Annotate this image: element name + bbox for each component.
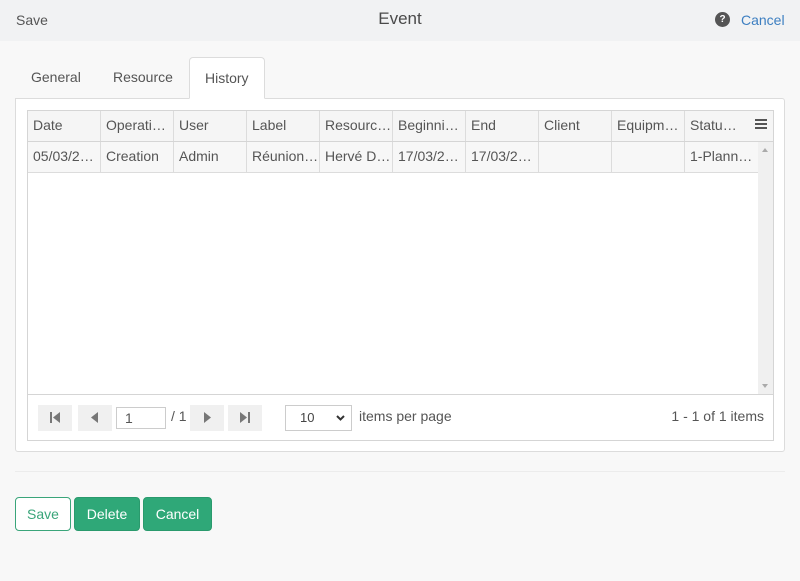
last-page-icon xyxy=(240,412,250,423)
next-page-icon xyxy=(204,412,211,423)
cell-date: 05/03/2… xyxy=(28,142,101,172)
column-header-end[interactable]: End xyxy=(466,111,539,141)
first-page-icon xyxy=(50,412,60,423)
column-menu-icon[interactable] xyxy=(755,119,767,130)
last-page-button[interactable] xyxy=(228,405,262,431)
column-header-label[interactable]: Label xyxy=(247,111,320,141)
column-header-status[interactable]: Statu… xyxy=(685,111,753,141)
cell-beginning: 17/03/2… xyxy=(393,142,466,172)
divider xyxy=(15,471,785,472)
page-number-input[interactable] xyxy=(116,407,166,429)
cell-end: 17/03/2… xyxy=(466,142,539,172)
column-header-client[interactable]: Client xyxy=(539,111,612,141)
column-header-date[interactable]: Date xyxy=(28,111,101,141)
table-row[interactable]: 05/03/2… Creation Admin Réunion… Hervé D… xyxy=(28,142,758,173)
cell-resource: Hervé D… xyxy=(320,142,393,172)
cell-equipment xyxy=(612,142,685,172)
top-bar: Save Event ? Cancel xyxy=(0,0,800,41)
first-page-button[interactable] xyxy=(38,405,72,431)
column-header-operation[interactable]: Operati… xyxy=(101,111,174,141)
grid-body: 05/03/2… Creation Admin Réunion… Hervé D… xyxy=(28,142,758,394)
next-page-button[interactable] xyxy=(190,405,224,431)
delete-button[interactable]: Delete xyxy=(74,497,140,531)
history-panel: Date Operati… User Label Resourc… Beginn… xyxy=(15,98,785,452)
vertical-scrollbar[interactable] xyxy=(758,142,773,394)
tab-general[interactable]: General xyxy=(16,57,96,99)
pager-info: 1 - 1 of 1 items xyxy=(671,408,764,424)
tab-history[interactable]: History xyxy=(189,57,265,99)
page-size-value: 10 xyxy=(300,410,315,425)
items-per-page-label: items per page xyxy=(359,408,452,424)
cell-label: Réunion… xyxy=(247,142,320,172)
prev-page-icon xyxy=(91,412,98,423)
page-size-select[interactable]: 10 xyxy=(285,405,352,431)
page-title: Event xyxy=(378,9,422,28)
chevron-down-icon xyxy=(336,415,345,421)
tab-resource[interactable]: Resource xyxy=(98,57,188,99)
grid-header: Date Operati… User Label Resourc… Beginn… xyxy=(28,111,773,142)
history-grid: Date Operati… User Label Resourc… Beginn… xyxy=(27,110,774,441)
help-icon[interactable]: ? xyxy=(715,12,730,27)
cell-status: 1-Plann… xyxy=(690,148,753,164)
column-header-beginning[interactable]: Beginni… xyxy=(393,111,466,141)
prev-page-button[interactable] xyxy=(78,405,112,431)
pager: / 1 10 items per page 1 - 1 of 1 items xyxy=(28,394,773,440)
scroll-up-arrow-icon[interactable] xyxy=(762,148,768,152)
save-button[interactable]: Save xyxy=(15,497,71,531)
total-pages: / 1 xyxy=(171,408,187,424)
header-cancel-button[interactable]: Cancel xyxy=(741,12,785,28)
column-header-equipment[interactable]: Equipm… xyxy=(612,111,685,141)
cell-user: Admin xyxy=(174,142,247,172)
column-header-user[interactable]: User xyxy=(174,111,247,141)
scroll-down-arrow-icon[interactable] xyxy=(762,384,768,388)
column-header-resource[interactable]: Resourc… xyxy=(320,111,393,141)
cancel-button[interactable]: Cancel xyxy=(143,497,212,531)
cell-client xyxy=(539,142,612,172)
cell-operation: Creation xyxy=(101,142,174,172)
